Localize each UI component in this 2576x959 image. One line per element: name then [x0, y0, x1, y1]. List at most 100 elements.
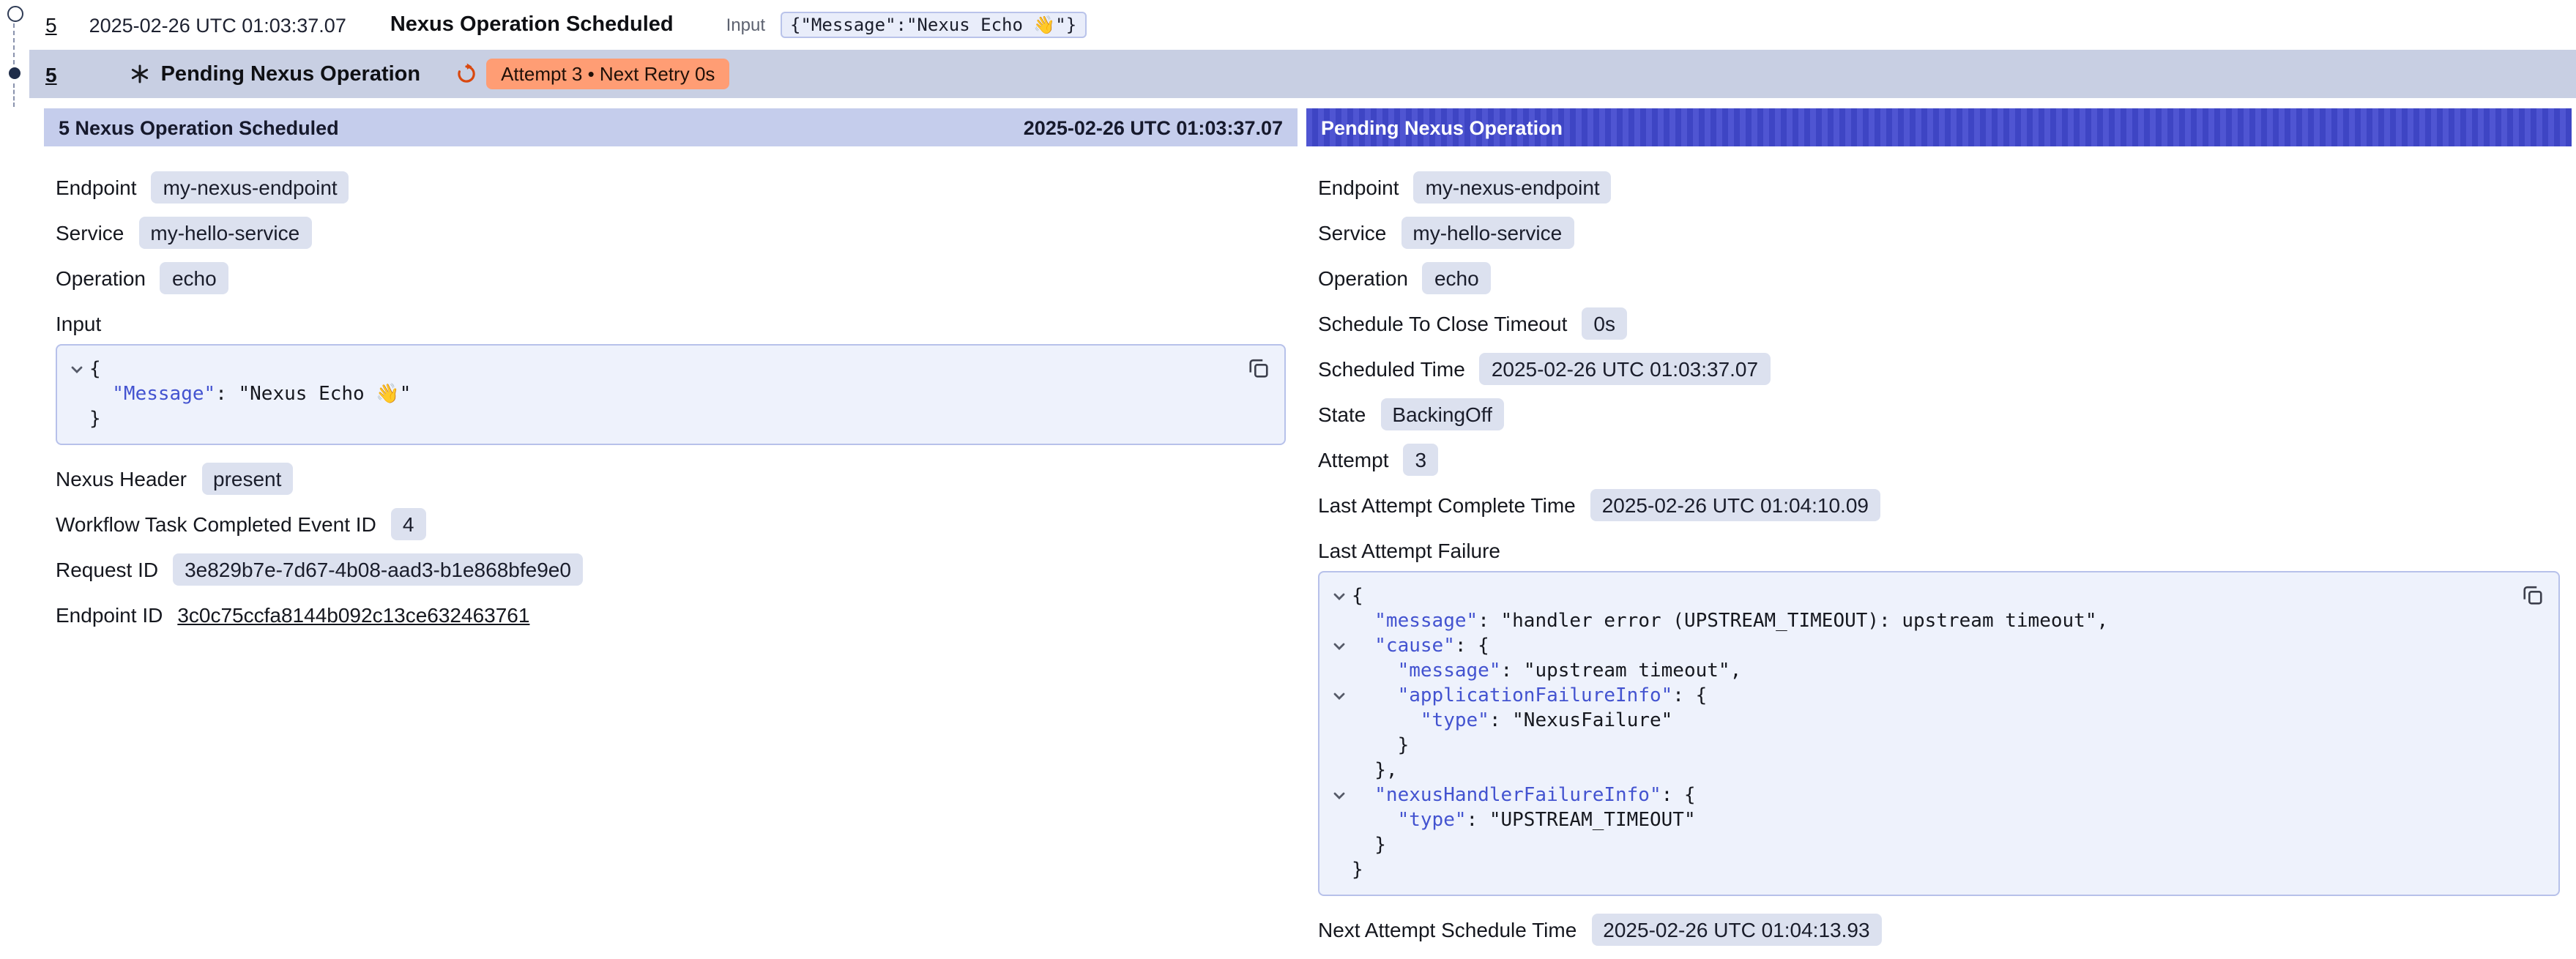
field-row: Operationecho: [56, 262, 1286, 294]
copy-icon[interactable]: [1245, 354, 1273, 382]
event-id-link[interactable]: 5: [45, 62, 57, 86]
field-label: Endpoint ID: [56, 603, 163, 627]
event-id-link[interactable]: 5: [45, 13, 57, 37]
field-label: Operation: [1318, 266, 1408, 290]
field-value-chip: present: [201, 463, 293, 495]
code-token: },: [1374, 760, 1397, 782]
pending-panel-title: Pending Nexus Operation: [1321, 116, 1563, 138]
code-gutter: [63, 407, 89, 432]
timeline-connector: [13, 83, 15, 107]
code-token: {: [1352, 586, 1363, 608]
pending-panel-fields: Endpointmy-nexus-endpointServicemy-hello…: [1318, 171, 2560, 521]
code-gutter: [1325, 709, 1352, 734]
input-label: Input: [726, 15, 765, 35]
field-row: StateBackingOff: [1318, 398, 2560, 430]
field-row: Next Attempt Schedule Time 2025-02-26 UT…: [1318, 914, 2560, 946]
field-row: Scheduled Time2025-02-26 UTC 01:03:37.07: [1318, 353, 2560, 385]
code-line: "message": "upstream timeout",: [1325, 659, 2517, 684]
retry-icon: [455, 63, 477, 85]
code-line: "type": "UPSTREAM_TIMEOUT": [1325, 808, 2517, 833]
field-value-chip: echo: [1423, 262, 1491, 294]
field-value-chip: my-nexus-endpoint: [1414, 171, 1612, 204]
code-line: "cause": {: [1325, 634, 2517, 659]
field-value-chip: 2025-02-26 UTC 01:03:37.07: [1480, 353, 1770, 385]
failure-code-block: {"message": "handler error (UPSTREAM_TIM…: [1318, 571, 2560, 896]
code-gutter: [1325, 734, 1352, 758]
code-line: {: [63, 357, 1243, 382]
code-line: }: [1325, 833, 2517, 858]
code-token: :: [1501, 660, 1524, 682]
field-label: State: [1318, 403, 1366, 426]
event-timeline: [6, 0, 23, 111]
code-token: "UPSTREAM_TIMEOUT": [1489, 810, 1696, 832]
field-row: Last Attempt Complete Time2025-02-26 UTC…: [1318, 489, 2560, 521]
code-gutter: [1325, 659, 1352, 684]
code-line: "Message": "Nexus Echo 👋": [63, 382, 1243, 407]
history-row-pending-nexus-operation[interactable]: 5 Pending Nexus Operation Attempt 3 • Ne…: [29, 50, 2576, 98]
event-time: 2025-02-26 UTC 01:03:37.07: [89, 14, 346, 36]
field-row: Schedule To Close Timeout 0s: [1318, 307, 2560, 340]
collapse-chevron-icon[interactable]: [1325, 634, 1352, 659]
field-value-chip: 0s: [1582, 307, 1627, 340]
failure-json: {"message": "handler error (UPSTREAM_TIM…: [1325, 584, 2517, 883]
input-code-block: {"Message": "Nexus Echo 👋"}: [56, 344, 1286, 445]
code-token: "message": [1398, 660, 1501, 682]
code-line: "type": "NexusFailure": [1325, 709, 2517, 734]
code-line: }: [1325, 734, 2517, 758]
field-label: Next Attempt Schedule Time: [1318, 918, 1577, 941]
copy-icon[interactable]: [2519, 581, 2547, 609]
code-gutter: [1325, 609, 1352, 634]
detail-panels: 5 Nexus Operation Scheduled 2025-02-26 U…: [44, 108, 2572, 959]
field-label: Schedule To Close Timeout: [1318, 312, 1567, 335]
code-line: },: [1325, 758, 2517, 783]
field-value-chip: my-nexus-endpoint: [152, 171, 349, 204]
input-preview-chip: {"Message":"Nexus Echo 👋"}: [780, 12, 1087, 38]
code-token: :: [1467, 810, 1489, 832]
code-line: "message": "handler error (UPSTREAM_TIME…: [1325, 609, 2517, 634]
code-line: "applicationFailureInfo": {: [1325, 684, 2517, 709]
field-label: Workflow Task Completed Event ID: [56, 512, 376, 536]
code-token: "NexusFailure": [1512, 710, 1672, 732]
code-token: : {: [1455, 635, 1489, 657]
collapse-chevron-icon[interactable]: [1325, 783, 1352, 808]
endpoint-id-link[interactable]: 3c0c75ccfa8144b092c13ce632463761: [177, 603, 529, 627]
field-label: Request ID: [56, 558, 158, 581]
field-value-chip: 2025-02-26 UTC 01:04:10.09: [1590, 489, 1880, 521]
pending-panel-header: Pending Nexus Operation: [1306, 108, 2572, 146]
code-token: }: [89, 408, 101, 430]
pending-operation-panel: Pending Nexus Operation Endpointmy-nexus…: [1306, 108, 2572, 959]
collapse-chevron-icon[interactable]: [1325, 584, 1352, 609]
code-gutter: [63, 382, 89, 407]
code-token: "type": [1398, 810, 1467, 832]
field-value-chip: 3e829b7e-7d67-4b08-aad3-b1e868bfe9e0: [173, 553, 583, 586]
code-token: :: [1478, 611, 1500, 633]
collapse-chevron-icon[interactable]: [1325, 684, 1352, 709]
code-gutter: [1325, 858, 1352, 883]
field-row: Nexus Headerpresent: [56, 463, 1286, 495]
field-label: Service: [1318, 221, 1386, 245]
collapse-chevron-icon[interactable]: [63, 357, 89, 382]
code-token: ,: [1730, 660, 1742, 682]
event-panel-time: 2025-02-26 UTC 01:03:37.07: [1024, 116, 1283, 138]
code-token: "Nexus Echo 👋": [239, 384, 412, 406]
field-label: Operation: [56, 266, 146, 290]
retry-attempt-badge: Attempt 3 • Next Retry 0s: [486, 59, 729, 89]
code-token: "type": [1421, 710, 1489, 732]
code-line: }: [1325, 858, 2517, 883]
event-panel-fields-top: Endpointmy-nexus-endpointServicemy-hello…: [56, 171, 1286, 294]
code-token: "handler error (UPSTREAM_TIMEOUT): upstr…: [1501, 611, 2097, 633]
code-token: :: [1489, 710, 1512, 732]
field-row: Operation echo: [1318, 262, 2560, 294]
history-row-nexus-operation-scheduled[interactable]: 5 2025-02-26 UTC 01:03:37.07 Nexus Opera…: [29, 0, 2576, 50]
code-gutter: [1325, 808, 1352, 833]
code-token: ,: [2097, 611, 2109, 633]
timeline-node-circle-icon: [7, 6, 23, 22]
event-history: 5 2025-02-26 UTC 01:03:37.07 Nexus Opera…: [0, 0, 2576, 98]
pending-event-name: Pending Nexus Operation: [161, 62, 421, 86]
field-value-chip: 2025-02-26 UTC 01:04:13.93: [1591, 914, 1881, 946]
field-row: Attempt3: [1318, 444, 2560, 476]
event-name: Nexus Operation Scheduled: [390, 13, 674, 37]
code-token: }: [1398, 735, 1410, 757]
field-row: Endpointmy-nexus-endpoint: [1318, 171, 2560, 204]
code-token: "upstream timeout": [1524, 660, 1730, 682]
